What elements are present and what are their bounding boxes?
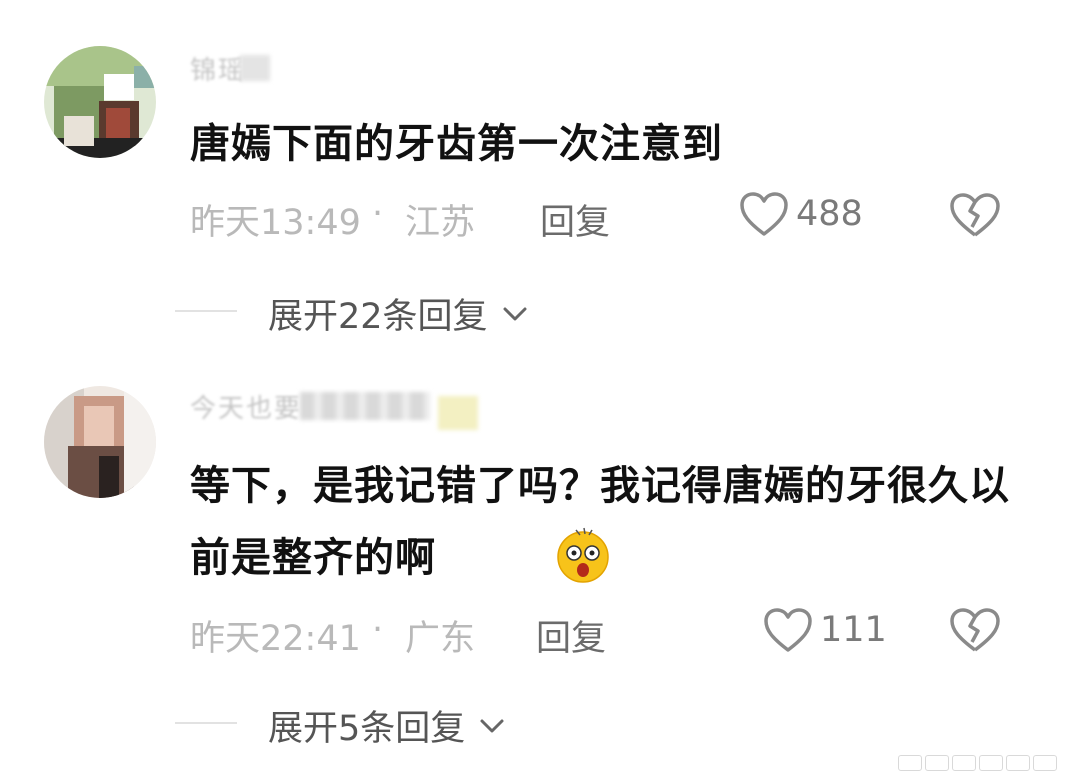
expand-replies-button[interactable]: 展开5条回复 <box>268 700 509 751</box>
expand-replies-label: 展开5条回复 <box>268 709 466 749</box>
comment-time: 昨天22:41 <box>190 619 361 659</box>
comment-location: 广东 <box>405 619 476 659</box>
watermark <box>898 755 1057 771</box>
shocked-face-emoji <box>554 526 612 588</box>
heart-outline-icon <box>764 608 812 652</box>
like-count: 111 <box>820 610 887 650</box>
chevron-down-icon <box>480 719 504 732</box>
expand-divider <box>175 722 237 724</box>
username[interactable]: 今天也要 <box>190 388 302 425</box>
dislike-button[interactable] <box>948 606 1002 658</box>
username-redaction <box>300 392 430 420</box>
avatar[interactable] <box>44 386 156 498</box>
comment-item: 今天也要 等下，是我记错了吗？我记得唐嫣的牙很久以前是整齐的啊 昨天22:41 … <box>0 0 1069 779</box>
broken-heart-icon <box>950 608 1000 652</box>
username-redaction <box>438 396 478 430</box>
reply-button[interactable]: 回复 <box>536 610 606 661</box>
like-button[interactable]: 111 <box>762 606 887 654</box>
meta-separator: · <box>372 610 384 650</box>
